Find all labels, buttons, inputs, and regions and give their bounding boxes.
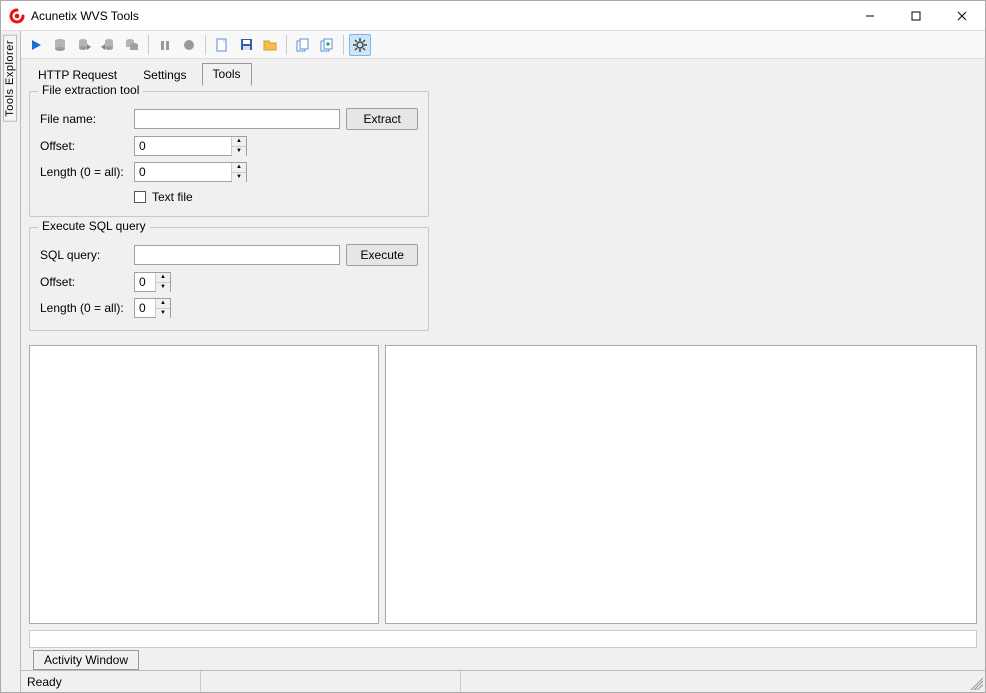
file-extraction-group: File extraction tool File name: Extract … — [29, 91, 429, 217]
file-name-input[interactable] — [134, 109, 341, 129]
main-toolbar — [21, 31, 985, 59]
copy-plus-icon[interactable] — [316, 34, 338, 56]
record-icon[interactable] — [178, 34, 200, 56]
chevron-up-icon[interactable]: ▲ — [156, 299, 170, 309]
file-name-label: File name: — [40, 112, 128, 126]
minimize-button[interactable] — [847, 1, 893, 31]
tools-explorer-tab[interactable]: Tools Explorer — [3, 35, 17, 122]
chevron-down-icon[interactable]: ▼ — [232, 173, 246, 182]
tab-tools[interactable]: Tools — [202, 63, 252, 86]
database-copy-icon[interactable] — [121, 34, 143, 56]
result-pane-right[interactable] — [385, 345, 977, 624]
save-icon[interactable] — [235, 34, 257, 56]
activity-tab-bar: Activity Window — [29, 650, 977, 670]
new-file-icon[interactable] — [211, 34, 233, 56]
chevron-down-icon[interactable]: ▼ — [232, 147, 246, 156]
maximize-button[interactable] — [893, 1, 939, 31]
gear-icon[interactable] — [349, 34, 371, 56]
window-controls — [847, 1, 985, 31]
chevron-down-icon[interactable]: ▼ — [156, 309, 170, 318]
result-pane-left[interactable] — [29, 345, 379, 624]
offset-label: Offset: — [40, 139, 128, 153]
text-file-label: Text file — [152, 190, 193, 204]
sql-length-spinner[interactable]: ▲▼ — [134, 298, 171, 318]
sql-length-input[interactable] — [135, 299, 155, 317]
window-title: Acunetix WVS Tools — [31, 9, 139, 23]
progress-bar — [29, 630, 977, 648]
length-input[interactable] — [135, 163, 231, 181]
length-spinner[interactable]: ▲▼ — [134, 162, 247, 182]
sql-query-label: SQL query: — [40, 248, 128, 262]
sql-offset-label: Offset: — [40, 275, 128, 289]
chevron-down-icon[interactable]: ▼ — [156, 283, 170, 292]
result-panes — [29, 345, 977, 624]
copy-icon[interactable] — [292, 34, 314, 56]
offset-spinner[interactable]: ▲▼ — [134, 136, 247, 156]
content-tabs: HTTP Request Settings Tools — [21, 59, 985, 85]
database-export-icon[interactable] — [97, 34, 119, 56]
chevron-up-icon[interactable]: ▲ — [156, 273, 170, 283]
status-cell-2 — [201, 671, 461, 692]
extract-button[interactable]: Extract — [346, 108, 418, 130]
execute-button[interactable]: Execute — [346, 244, 418, 266]
chevron-up-icon[interactable]: ▲ — [232, 163, 246, 173]
play-icon[interactable] — [25, 34, 47, 56]
sql-query-input[interactable] — [134, 245, 341, 265]
close-button[interactable] — [939, 1, 985, 31]
text-file-checkbox[interactable] — [134, 191, 146, 203]
open-folder-icon[interactable] — [259, 34, 281, 56]
side-tab-rail: Tools Explorer — [1, 31, 21, 692]
length-label: Length (0 = all): — [40, 165, 128, 179]
database-icon[interactable] — [49, 34, 71, 56]
app-window: Acunetix WVS Tools Tools Explorer — [0, 0, 986, 693]
database-import-icon[interactable] — [73, 34, 95, 56]
resize-grip-icon[interactable] — [967, 674, 983, 690]
sql-offset-input[interactable] — [135, 273, 155, 291]
chevron-up-icon[interactable]: ▲ — [232, 137, 246, 147]
pause-icon[interactable] — [154, 34, 176, 56]
activity-window-tab[interactable]: Activity Window — [33, 650, 139, 670]
execute-sql-group: Execute SQL query SQL query: Execute Off… — [29, 227, 429, 331]
sql-offset-spinner[interactable]: ▲▼ — [134, 272, 171, 292]
status-bar: Ready — [21, 670, 985, 692]
titlebar: Acunetix WVS Tools — [1, 1, 985, 31]
status-ready: Ready — [21, 671, 201, 692]
execute-sql-legend: Execute SQL query — [38, 219, 150, 233]
sql-length-label: Length (0 = all): — [40, 301, 128, 315]
app-logo-icon — [9, 8, 25, 24]
file-extraction-legend: File extraction tool — [38, 83, 143, 97]
offset-input[interactable] — [135, 137, 231, 155]
